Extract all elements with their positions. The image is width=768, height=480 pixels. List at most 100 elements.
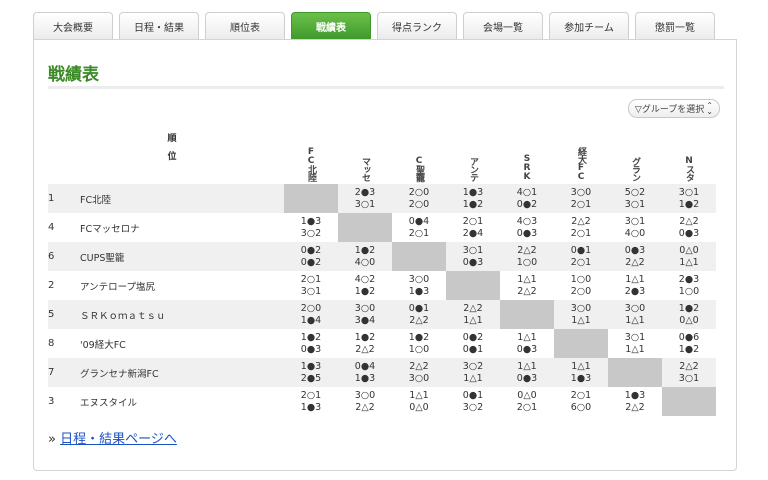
team-name[interactable]: '09経大FC bbox=[80, 329, 284, 358]
result-cell: 2○1 2●4 bbox=[446, 213, 500, 242]
result-cell: 1△1 0●3 bbox=[500, 358, 554, 387]
tab-6[interactable]: 参加チーム bbox=[549, 12, 629, 39]
tab-7[interactable]: 懲罰一覧 bbox=[635, 12, 715, 39]
page-title: 戦績表 bbox=[48, 65, 99, 85]
match-score: 4○0 bbox=[354, 256, 376, 268]
match-score: 0●2 bbox=[300, 256, 322, 268]
team-name[interactable]: エヌスタイル bbox=[80, 387, 284, 416]
match-score: 2○1 bbox=[516, 401, 538, 413]
table-row: 4 FCマッセロナ 1●3 3○2 0●4 2○1 2○1 2●4 4○3 0●3 2△2 2○1 3○… bbox=[48, 213, 716, 242]
match-score: 2●4 bbox=[462, 227, 484, 239]
self-match-cell bbox=[554, 329, 608, 358]
result-cell: 2○1 6○0 bbox=[554, 387, 608, 416]
tab-4[interactable]: 得点ランク bbox=[377, 12, 457, 39]
match-score: 1△1 bbox=[625, 343, 645, 355]
team-name[interactable]: グランセナ新潟FC bbox=[80, 358, 284, 387]
result-cell: 0△0 1△1 bbox=[662, 242, 716, 271]
result-cell: 1●2 0●3 bbox=[284, 329, 338, 358]
match-score: 3○1 bbox=[624, 331, 646, 343]
match-score: 2○0 bbox=[408, 198, 430, 210]
match-score: 0△0 bbox=[679, 244, 699, 256]
team-name[interactable]: ＳＲＫｏｍａｔｓｕ bbox=[80, 300, 284, 329]
self-match-cell bbox=[392, 242, 446, 271]
team-name[interactable]: CUPS聖籠 bbox=[80, 242, 284, 271]
tab-2[interactable]: 順位表 bbox=[205, 12, 285, 39]
result-cell: 3○2 1△1 bbox=[446, 358, 500, 387]
match-score: 1●2 bbox=[354, 285, 376, 297]
match-score: 1△1 bbox=[463, 314, 483, 326]
result-cell: 2△2 0●3 bbox=[662, 213, 716, 242]
match-score: 3○1 bbox=[462, 244, 484, 256]
rank-cell: 7 bbox=[48, 358, 80, 387]
column-header: グラン bbox=[608, 130, 662, 184]
self-match-cell bbox=[284, 184, 338, 213]
result-cell: 2△2 3○0 bbox=[392, 358, 446, 387]
match-score: 3○1 bbox=[354, 198, 376, 210]
rank-cell: 5 bbox=[48, 300, 80, 329]
match-score: 3○1 bbox=[678, 186, 700, 198]
rank-header-char: 順 bbox=[167, 134, 177, 144]
result-cell: 1●2 2△2 bbox=[338, 329, 392, 358]
tab-3[interactable]: 戦績表 bbox=[291, 12, 371, 39]
match-score: 2△2 bbox=[355, 401, 375, 413]
footer-link-prefix: » bbox=[48, 432, 56, 447]
group-select[interactable]: ▽グループを選択 ⌃ ⌄ bbox=[627, 99, 720, 118]
result-cell: 4○2 1●2 bbox=[338, 271, 392, 300]
group-select-label: ▽グループを選択 bbox=[634, 105, 705, 115]
self-match-cell bbox=[338, 213, 392, 242]
team-name[interactable]: FC北陸 bbox=[80, 184, 284, 213]
tab-0[interactable]: 大会概要 bbox=[33, 12, 113, 39]
result-cell: 3○1 1●2 bbox=[662, 184, 716, 213]
column-header: Nスタ bbox=[662, 130, 716, 184]
table-row: 3 エヌスタイル 2○1 1●3 3○0 2△2 1△1 0△0 0●1 3○2 0△0 2○1 2○1… bbox=[48, 387, 716, 416]
match-score: 3○2 bbox=[462, 360, 484, 372]
result-cell: 3○0 3●4 bbox=[338, 300, 392, 329]
self-match-cell bbox=[446, 271, 500, 300]
match-score: 0●1 bbox=[462, 343, 484, 355]
match-score: 6○0 bbox=[570, 401, 592, 413]
result-cell: 2○1 1●3 bbox=[284, 387, 338, 416]
match-score: 3○0 bbox=[408, 273, 430, 285]
table-row: 7 グランセナ新潟FC 1●3 2●5 0●4 1●3 2△2 3○0 3○2 1△1 1△1 0●3… bbox=[48, 358, 716, 387]
match-score: 3○2 bbox=[462, 401, 484, 413]
column-header-label: C聖籠 bbox=[414, 156, 424, 181]
column-header-label: アンテ bbox=[468, 157, 478, 181]
column-header: FC北陸 bbox=[284, 130, 338, 184]
team-name[interactable]: FCマッセロナ bbox=[80, 213, 284, 242]
match-score: 4○0 bbox=[624, 227, 646, 239]
schedule-results-link[interactable]: 日程・結果ページへ bbox=[60, 432, 177, 447]
result-cell: 0●4 2○1 bbox=[392, 213, 446, 242]
result-cell: 0△0 2○1 bbox=[500, 387, 554, 416]
match-score: 3○0 bbox=[570, 302, 592, 314]
table-row: 1 FC北陸 2●3 3○1 2○0 2○0 1●3 1●2 4○1 0●2 3○0 2○1 5○2 3○… bbox=[48, 184, 716, 213]
result-cell: 1●2 0△0 bbox=[662, 300, 716, 329]
match-score: 1●3 bbox=[354, 372, 376, 384]
match-score: 1△1 bbox=[517, 273, 537, 285]
match-score: 2△2 bbox=[517, 244, 537, 256]
result-cell: 1△1 1●3 bbox=[554, 358, 608, 387]
tab-1[interactable]: 日程・結果 bbox=[119, 12, 199, 39]
match-score: 2△2 bbox=[463, 302, 483, 314]
result-cell: 0●2 0●2 bbox=[284, 242, 338, 271]
result-cell: 2△2 1△1 bbox=[446, 300, 500, 329]
column-header: アンテ bbox=[446, 130, 500, 184]
result-cell: 0●6 1●2 bbox=[662, 329, 716, 358]
team-name[interactable]: アンテロープ塩尻 bbox=[80, 271, 284, 300]
match-score: 2●3 bbox=[354, 186, 376, 198]
match-score: 2●5 bbox=[300, 372, 322, 384]
match-score: 0●1 bbox=[570, 244, 592, 256]
tab-5[interactable]: 会場一覧 bbox=[463, 12, 543, 39]
column-header: マッセ bbox=[338, 130, 392, 184]
rank-cell: 8 bbox=[48, 338, 55, 349]
match-score: 3○0 bbox=[624, 302, 646, 314]
match-score: 0●3 bbox=[516, 372, 538, 384]
result-cell: 1△1 2●3 bbox=[608, 271, 662, 300]
match-score: 1△1 bbox=[517, 331, 537, 343]
self-match-cell bbox=[500, 300, 554, 329]
match-score: 1○0 bbox=[408, 343, 430, 355]
match-score: 1●2 bbox=[678, 198, 700, 210]
match-score: 0●2 bbox=[516, 198, 538, 210]
result-cell: 2△2 3○1 bbox=[662, 358, 716, 387]
result-cell: 2○0 2○0 bbox=[392, 184, 446, 213]
result-cell: 2○0 1●4 bbox=[284, 300, 338, 329]
